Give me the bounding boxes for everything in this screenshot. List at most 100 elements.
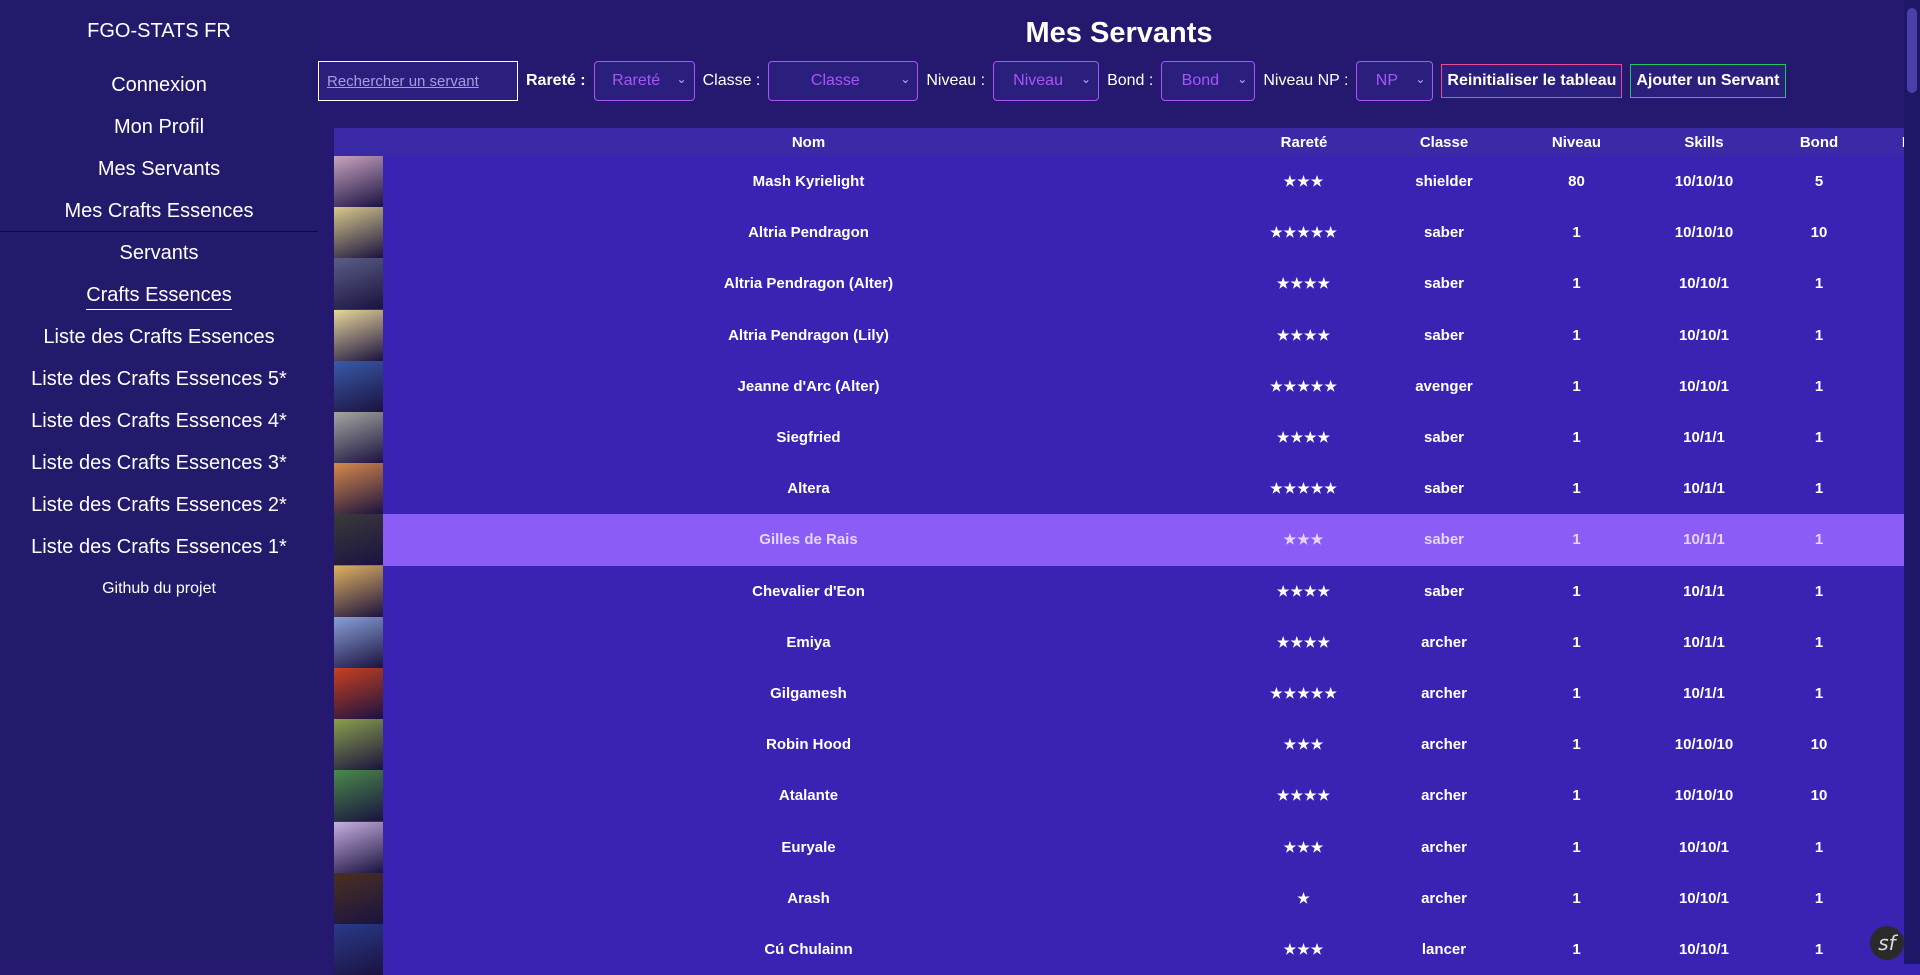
cell-nom: Gilgamesh <box>770 684 847 702</box>
table-row[interactable]: Altria Pendragon (Alter) ★★★★ saber 1 10/10/… <box>334 258 1920 310</box>
cell-skills: 10/10/10 <box>1674 736 1734 754</box>
table-row[interactable]: Emiya★★★★archer110/1/111 <box>334 616 1920 668</box>
cell-rarete: ★★★ <box>1283 838 1325 855</box>
column-header-skills[interactable]: Skills <box>1639 128 1769 156</box>
cell-bond: 10 <box>1810 736 1828 754</box>
search-input[interactable] <box>318 61 518 101</box>
servant-thumbnail-cell <box>334 207 383 259</box>
cell-classe: lancer <box>1421 940 1467 958</box>
cell-nom: Robin Hood <box>766 736 851 754</box>
cell-classe: saber <box>1423 275 1465 293</box>
cell-classe: avenger <box>1415 377 1473 395</box>
table-row[interactable]: Mash Kyrielight★★★shielder8010/10/1053 <box>334 156 1920 208</box>
cell-nom: Altria Pendragon (Lily) <box>728 326 889 344</box>
table-row[interactable]: Altria Pendragon★★★★★saber110/10/10103 <box>334 207 1920 259</box>
class-filter-label: Classe : <box>702 72 761 89</box>
nav-mes-crafts-essences[interactable]: Mes Crafts Essences <box>0 190 318 232</box>
cell-rarete: ★★★★ <box>1276 275 1332 292</box>
cell-bond: 5 <box>1814 173 1824 191</box>
column-header-classe[interactable]: Classe <box>1374 128 1514 156</box>
chevron-down-icon: ⌄ <box>676 72 687 86</box>
table-row[interactable]: Gilgamesh★★★★★archer110/1/111 <box>334 667 1920 720</box>
table-header-row: Nom Rareté Classe Niveau Skills Bond Niv… <box>334 128 1920 156</box>
cell-classe: saber <box>1423 582 1465 600</box>
table-row[interactable]: Cú Chulainn★★★lancer110/10/111 <box>334 923 1920 975</box>
nav-crafts-essences[interactable]: Crafts Essences <box>0 274 318 316</box>
cell-bond: 1 <box>1814 684 1824 702</box>
page-scrollbar[interactable] <box>1904 0 1920 964</box>
nav-mon-profil[interactable]: Mon Profil <box>0 106 318 148</box>
nav-connexion[interactable]: Connexion <box>0 64 318 106</box>
nav-github[interactable]: Github du projet <box>0 568 318 610</box>
table-row[interactable]: Altria Pendragon (Lily) ★★★★ saber 1 10/10/1… <box>334 309 1920 361</box>
cell-skills: 10/10/1 <box>1678 838 1730 856</box>
nav-liste-ce-3[interactable]: Liste des Crafts Essences 3* <box>0 442 318 484</box>
cell-niveau: 1 <box>1572 377 1581 395</box>
cell-niveau: 1 <box>1572 429 1581 447</box>
cell-niveau: 1 <box>1572 684 1581 702</box>
column-header-image <box>334 128 383 156</box>
cell-skills: 10/10/1 <box>1678 377 1730 395</box>
table-row[interactable]: Euryale★★★archer110/10/111 <box>334 821 1920 873</box>
column-header-rarete[interactable]: Rareté <box>1234 128 1374 156</box>
symfony-toolbar-icon[interactable]: sf <box>1870 926 1904 960</box>
table-row[interactable]: Chevalier d'Eon★★★★saber110/1/111 <box>334 565 1920 617</box>
cell-classe: archer <box>1421 889 1467 907</box>
servant-thumbnail-cell <box>334 923 383 975</box>
table-row[interactable]: Atalante★★★★archer110/10/10101 <box>334 770 1920 822</box>
cell-rarete: ★★★★★ <box>1270 684 1338 701</box>
class-select[interactable]: Classe ⌄ <box>768 61 919 101</box>
np-select-value: NP <box>1375 72 1399 89</box>
table-row[interactable]: Altera★★★★★saber110/1/111 <box>334 463 1920 515</box>
cell-bond: 10 <box>1810 224 1828 242</box>
table-row[interactable]: Arash★archer110/10/111 <box>334 872 1920 924</box>
servant-thumbnail-cell <box>334 412 383 464</box>
nav-liste-ce-5[interactable]: Liste des Crafts Essences 5* <box>0 358 318 400</box>
nav-liste-ce-4[interactable]: Liste des Crafts Essences 4* <box>0 400 318 442</box>
table-row[interactable]: Robin Hood★★★archer110/10/10105 <box>334 719 1920 771</box>
np-select[interactable]: NP ⌄ <box>1356 61 1434 101</box>
main-content: Mes Servants Rareté : Rareté ⌄ Classe : … <box>318 0 1920 975</box>
level-select-value: Niveau <box>1013 72 1063 89</box>
table-row-highlighted[interactable]: Gilles de Rais★★★saber110/1/111 <box>334 514 1920 566</box>
cell-skills: 10/10/1 <box>1678 889 1730 907</box>
column-header-niveau[interactable]: Niveau <box>1514 128 1639 156</box>
servant-portrait <box>334 156 383 208</box>
brand-title[interactable]: FGO-STATS FR <box>0 20 318 52</box>
cell-rarete: ★★★ <box>1283 940 1325 957</box>
nav-servants[interactable]: Servants <box>0 232 318 274</box>
cell-bond: 1 <box>1814 582 1824 600</box>
nav-mes-servants[interactable]: Mes Servants <box>0 148 318 190</box>
nav-label: Liste des Crafts Essences 3* <box>31 452 287 474</box>
table-row[interactable]: Siegfried★★★★saber110/1/111 <box>334 411 1920 464</box>
level-select[interactable]: Niveau ⌄ <box>993 61 1100 101</box>
cell-skills: 10/1/1 <box>1683 531 1725 549</box>
table-row[interactable]: Jeanne d'Arc (Alter) ★★★★★ avenger 1 10/10/1… <box>334 360 1920 412</box>
servant-thumbnail-cell <box>334 309 383 361</box>
rarity-select[interactable]: Rareté ⌄ <box>593 61 695 101</box>
cell-classe: saber <box>1423 224 1465 242</box>
filter-toolbar: Rareté : Rareté ⌄ Classe : Classe ⌄ Nive… <box>318 61 1786 101</box>
cell-bond: 1 <box>1814 633 1824 651</box>
nav-liste-ce[interactable]: Liste des Crafts Essences <box>0 316 318 358</box>
nav-liste-ce-2[interactable]: Liste des Crafts Essences 2* <box>0 484 318 526</box>
cell-bond: 1 <box>1814 480 1824 498</box>
add-servant-button[interactable]: Ajouter un Servant <box>1630 64 1786 98</box>
column-header-bond[interactable]: Bond <box>1769 128 1869 156</box>
servant-portrait <box>334 616 383 668</box>
cell-rarete: ★★★★ <box>1276 326 1332 343</box>
scrollbar-thumb[interactable] <box>1907 8 1917 93</box>
nav-label: Liste des Crafts Essences 4* <box>31 410 287 432</box>
cell-nom: Atalante <box>778 787 839 805</box>
servant-thumbnail-cell <box>334 821 383 873</box>
servant-thumbnail-cell <box>334 463 383 515</box>
nav-label: Mes Crafts Essences <box>64 200 254 222</box>
cell-nom: Gilles de Rais <box>759 531 858 549</box>
servant-thumbnail-cell <box>334 719 383 771</box>
bond-select[interactable]: Bond ⌄ <box>1161 61 1256 101</box>
cell-classe: saber <box>1423 326 1465 344</box>
cell-niveau: 1 <box>1572 531 1581 549</box>
nav-liste-ce-1[interactable]: Liste des Crafts Essences 1* <box>0 526 318 568</box>
column-header-nom[interactable]: Nom <box>383 128 1234 156</box>
reset-table-button[interactable]: Reinitialiser le tableau <box>1441 64 1623 98</box>
